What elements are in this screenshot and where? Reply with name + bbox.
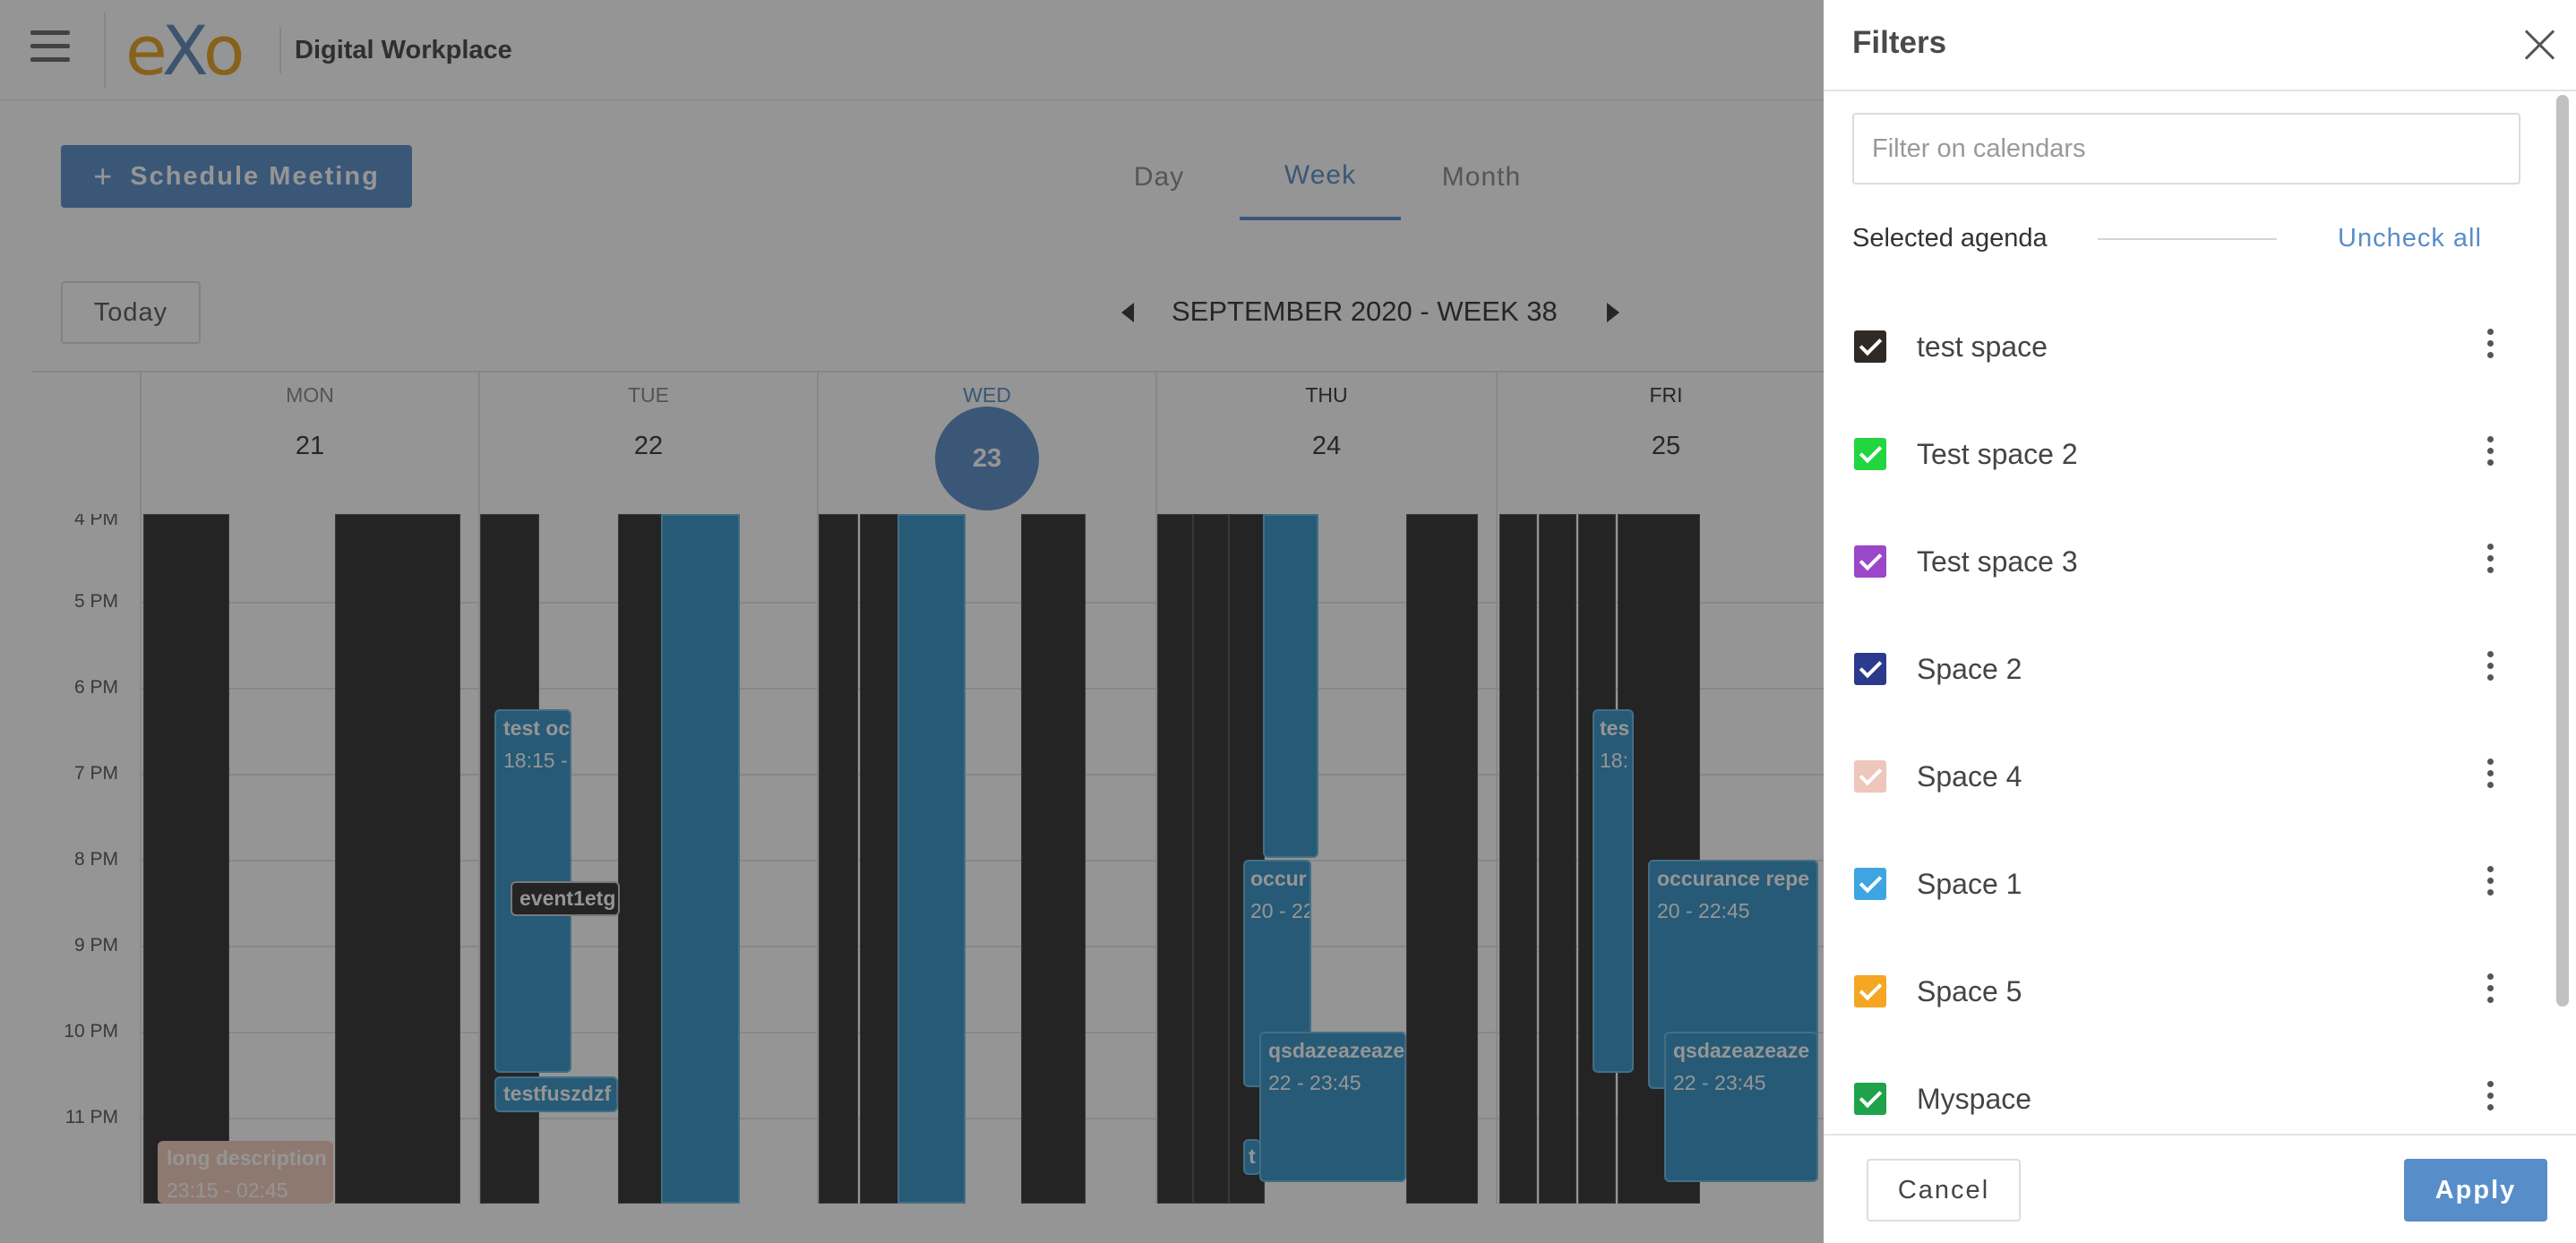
drawer-title: Filters (1852, 25, 1947, 60)
cancel-button[interactable]: Cancel (1867, 1159, 2021, 1222)
more-options-icon[interactable] (2485, 329, 2495, 364)
agenda-name: Test space 3 (1917, 545, 2078, 578)
more-options-icon[interactable] (2485, 436, 2495, 472)
more-options-icon[interactable] (2485, 759, 2495, 794)
agenda-item[interactable]: Space 5 (1824, 936, 2560, 1043)
calendar-filter-input[interactable] (1852, 113, 2520, 184)
close-icon[interactable] (2522, 27, 2558, 63)
agenda-checkbox[interactable] (1854, 545, 1886, 578)
agenda-name: Space 4 (1917, 760, 2022, 793)
agenda-item[interactable]: Space 1 (1824, 828, 2560, 936)
agenda-checkbox[interactable] (1854, 760, 1886, 793)
agenda-checkbox[interactable] (1854, 975, 1886, 1007)
apply-button[interactable]: Apply (2404, 1159, 2547, 1222)
more-options-icon[interactable] (2485, 866, 2495, 902)
agenda-name: Myspace (1917, 1083, 2032, 1115)
agenda-item[interactable]: Myspace (1824, 1043, 2560, 1133)
more-options-icon[interactable] (2485, 544, 2495, 579)
filters-drawer: Filters Selected agenda Uncheck all test… (1824, 0, 2576, 1243)
agenda-item[interactable]: Space 4 (1824, 721, 2560, 828)
drawer-backdrop[interactable] (0, 0, 1824, 1243)
more-options-icon[interactable] (2485, 973, 2495, 1009)
agenda-item[interactable]: Test space 3 (1824, 506, 2560, 613)
agenda-name: Space 2 (1917, 653, 2022, 685)
agenda-item[interactable]: Space 2 (1824, 613, 2560, 721)
drawer-footer-divider (1824, 1134, 2576, 1136)
agenda-checkbox[interactable] (1854, 330, 1886, 363)
uncheck-all-link[interactable]: Uncheck all (2338, 224, 2482, 253)
more-options-icon[interactable] (2485, 651, 2495, 687)
agenda-name: Space 5 (1917, 975, 2022, 1007)
agenda-item[interactable]: Test space 2 (1824, 399, 2560, 506)
section-divider (2098, 238, 2277, 240)
agenda-item[interactable]: test space (1824, 291, 2560, 399)
more-options-icon[interactable] (2485, 1081, 2495, 1117)
agenda-checkbox[interactable] (1854, 868, 1886, 900)
selected-agenda-label: Selected agenda (1852, 224, 2048, 253)
drawer-header-divider (1824, 90, 2576, 91)
agenda-checkbox[interactable] (1854, 438, 1886, 470)
agenda-name: Test space 2 (1917, 438, 2078, 470)
agenda-checkbox[interactable] (1854, 1083, 1886, 1115)
agenda-list: test space Test space 2 Test space 3 Spa… (1824, 291, 2560, 1133)
drawer-scrollbar[interactable] (2556, 95, 2569, 1007)
agenda-checkbox[interactable] (1854, 653, 1886, 685)
agenda-name: Space 1 (1917, 868, 2022, 900)
agenda-name: test space (1917, 330, 2048, 363)
